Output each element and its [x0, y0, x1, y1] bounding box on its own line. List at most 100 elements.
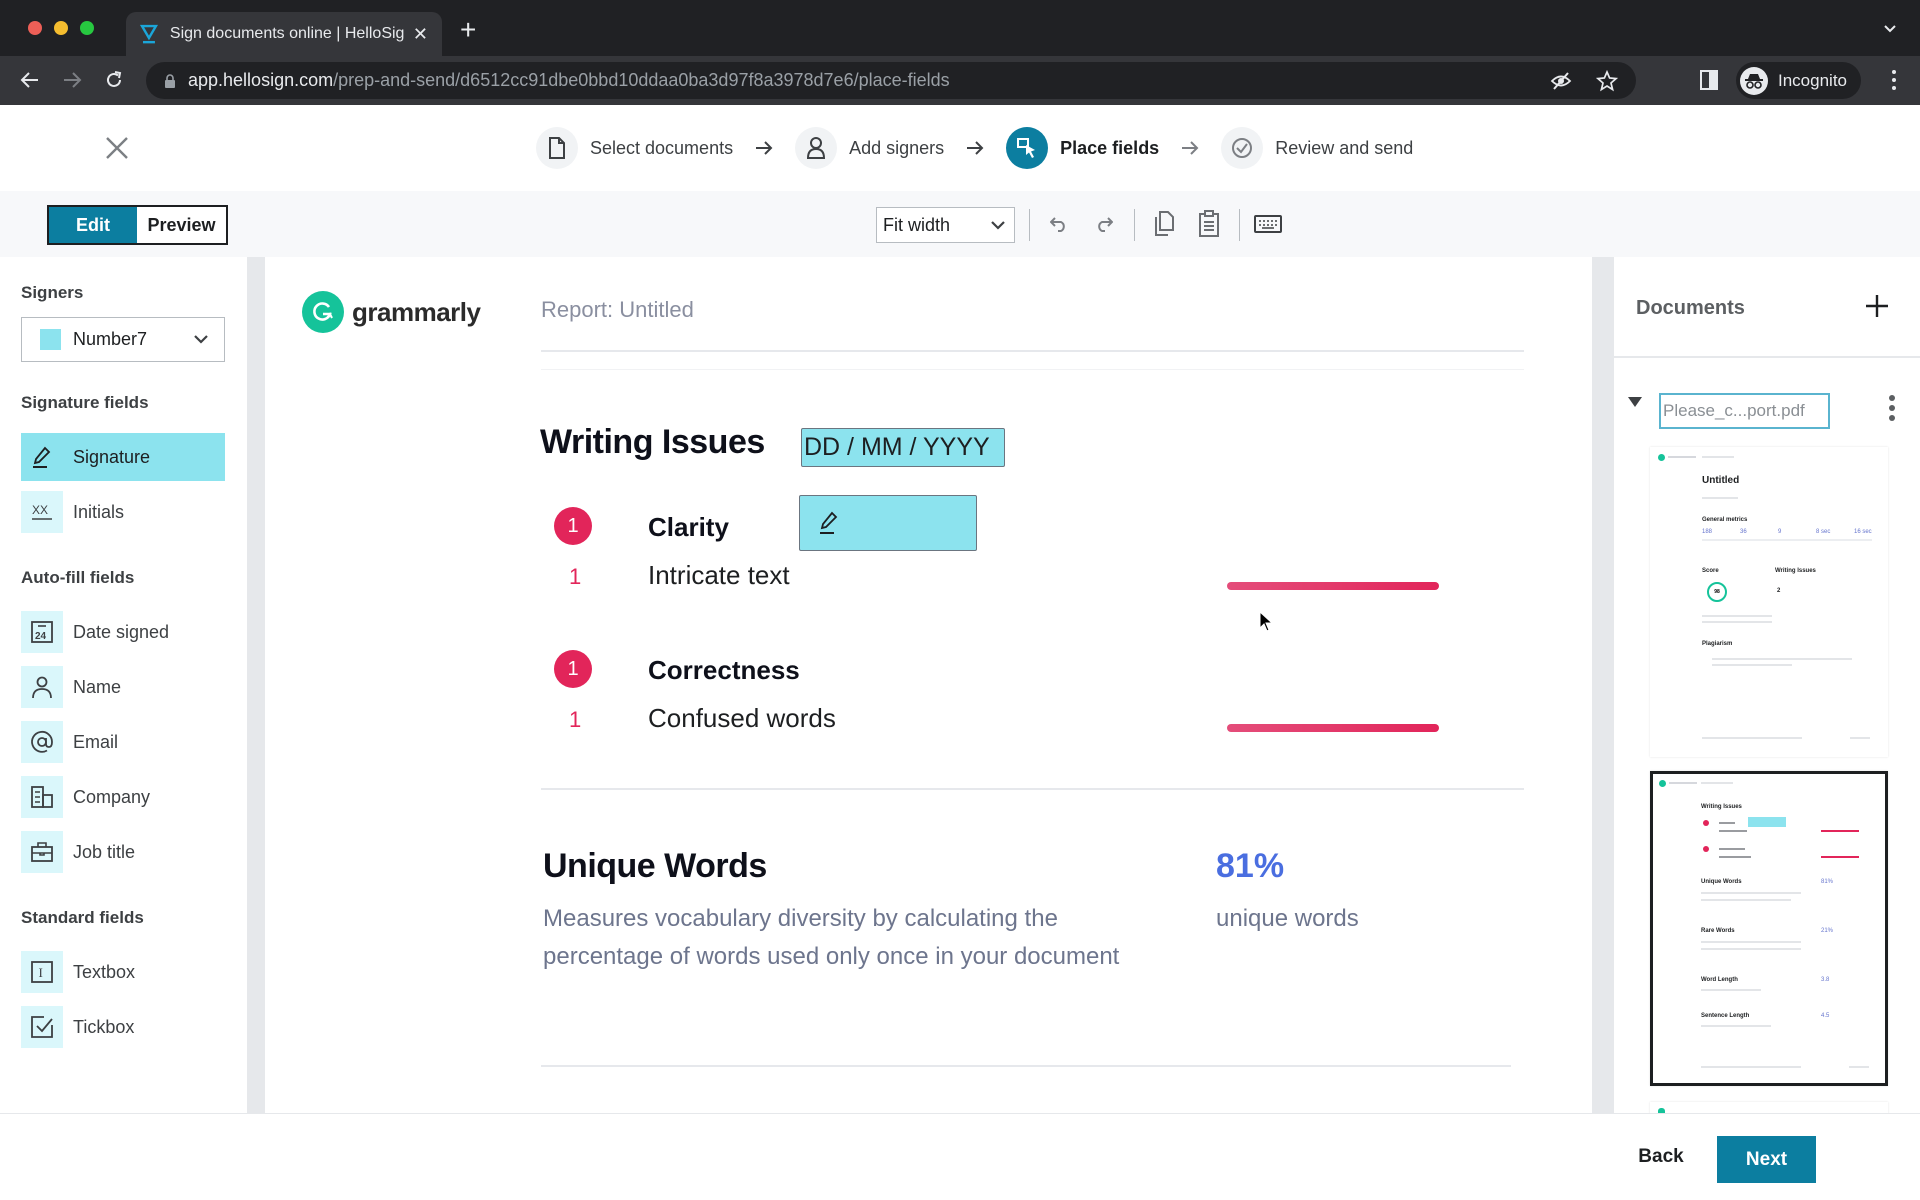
signer-select[interactable]: Number7: [21, 317, 225, 362]
thumb-text-line: [1719, 830, 1747, 832]
item-count: 1: [569, 564, 582, 589]
writing-issues-heading: Writing Issues: [540, 423, 765, 461]
thumb-heading: Plagiarism: [1702, 641, 1733, 647]
redo-button[interactable]: [1090, 209, 1118, 239]
at-icon: [21, 721, 63, 763]
field-name[interactable]: Name: [21, 663, 225, 711]
unique-words-value: 81%: [1216, 847, 1285, 885]
browser-tab[interactable]: Sign documents online | HelloSign ✕: [126, 12, 442, 56]
thumb-text-line: [1701, 1066, 1801, 1068]
thumb-metric: 9: [1778, 529, 1782, 535]
forward-nav-button[interactable]: [58, 66, 86, 94]
document-options-icon[interactable]: [1889, 395, 1895, 421]
toolbar-divider: [1029, 209, 1030, 241]
undo-icon: [1050, 217, 1065, 232]
zoom-value: Fit width: [883, 214, 951, 235]
add-document-icon[interactable]: [1864, 293, 1890, 319]
clipboard-icon: [1199, 210, 1219, 237]
document-page[interactable]: grammarly Report: Untitled Writing Issue…: [265, 257, 1592, 1113]
thumb-heading: Rare Words: [1701, 928, 1735, 934]
page-thumbnail-2[interactable]: Writing Issues Unique Words 81% Rare Wor…: [1650, 771, 1888, 1086]
placed-date-field[interactable]: DD / MM / YYYY: [801, 428, 1005, 467]
thumb-text-line: [1719, 848, 1745, 850]
preview-mode-button[interactable]: Preview: [137, 207, 226, 243]
toolbar-divider: [1239, 209, 1240, 241]
step-review-and-send[interactable]: Review and send: [1221, 127, 1413, 169]
back-button[interactable]: Back: [1628, 1136, 1694, 1178]
arrow-right-icon: [756, 141, 773, 155]
hellosign-favicon-icon: [140, 24, 158, 44]
close-icon[interactable]: [102, 133, 132, 163]
field-date-signed[interactable]: 24 Date signed: [21, 608, 225, 656]
signer-color-swatch: [40, 329, 61, 350]
window-minimize-button[interactable]: [54, 21, 68, 35]
collapse-caret-icon[interactable]: [1628, 397, 1642, 407]
signers-heading: Signers: [21, 283, 84, 302]
thumb-heading: Word Length: [1701, 977, 1738, 983]
undo-button[interactable]: [1045, 209, 1073, 239]
document-canvas[interactable]: grammarly Report: Untitled Writing Issue…: [247, 257, 1592, 1113]
tab-bar: Sign documents online | HelloSign ✕ +: [0, 0, 1920, 56]
next-button[interactable]: Next: [1717, 1136, 1816, 1183]
reload-button[interactable]: [100, 66, 128, 94]
page-thumbnail-1[interactable]: Untitled General metrics 188 36 9 8 sec …: [1650, 447, 1888, 757]
field-initials[interactable]: XX Initials: [21, 488, 225, 536]
thumb-text-line: [1849, 1066, 1869, 1068]
thumb-placed-field: [1748, 817, 1786, 827]
side-panel-icon[interactable]: [1700, 70, 1718, 90]
step-add-signers[interactable]: Add signers: [795, 127, 944, 169]
thumb-issue-bar: [1821, 830, 1859, 832]
report-title: Report: Untitled: [541, 297, 694, 322]
thumb-text-line: [1702, 539, 1872, 541]
field-sidebar: Signers Number7 Signature fields Signatu…: [0, 257, 247, 1113]
browser-toolbar: app.hellosign.com/prep-and-send/d6512cc9…: [0, 56, 1920, 105]
field-job-title[interactable]: Job title: [21, 828, 225, 876]
address-bar[interactable]: app.hellosign.com/prep-and-send/d6512cc9…: [146, 62, 1636, 99]
footer-bar: Back Next: [0, 1113, 1920, 1200]
tab-close-icon[interactable]: ✕: [413, 24, 428, 45]
document-filename-input[interactable]: Please_c...port.pdf: [1659, 393, 1830, 429]
unique-words-unit: unique words: [1216, 905, 1359, 932]
step-place-fields[interactable]: Place fields: [1006, 127, 1159, 169]
tab-search-chevron-icon[interactable]: [1884, 22, 1896, 34]
briefcase-icon: [21, 831, 63, 873]
incognito-profile-button[interactable]: Incognito: [1736, 62, 1861, 99]
copy-button[interactable]: [1150, 209, 1178, 239]
window-close-button[interactable]: [28, 21, 42, 35]
arrow-right-icon: [967, 141, 984, 155]
window-maximize-button[interactable]: [80, 21, 94, 35]
arrow-right-icon: [1182, 141, 1199, 155]
zoom-select[interactable]: Fit width: [876, 207, 1015, 243]
step-select-documents[interactable]: Select documents: [536, 127, 733, 169]
edit-mode-button[interactable]: Edit: [49, 207, 137, 243]
eye-off-icon[interactable]: [1550, 70, 1572, 92]
placed-signature-field[interactable]: [799, 495, 977, 551]
field-tickbox[interactable]: Tickbox: [21, 1003, 225, 1051]
field-email[interactable]: Email: [21, 718, 225, 766]
redo-icon: [1098, 217, 1113, 232]
canvas-scrollbar[interactable]: [1592, 257, 1612, 1113]
browser-menu-icon[interactable]: [1892, 70, 1896, 90]
thumb-text-line: [1701, 1025, 1771, 1027]
field-company[interactable]: Company: [21, 773, 225, 821]
person-icon: [807, 137, 826, 159]
browser-chrome: Sign documents online | HelloSign ✕ + ap…: [0, 0, 1920, 105]
new-tab-button[interactable]: +: [460, 16, 476, 44]
field-label: Job title: [73, 841, 136, 862]
issue-count-badge: 1: [554, 507, 592, 545]
paste-button[interactable]: [1195, 209, 1223, 239]
divider: [541, 788, 1524, 790]
issue-item: Confused words: [648, 703, 836, 733]
field-label: Company: [73, 786, 151, 807]
thumb-text-line: [1719, 856, 1751, 858]
field-textbox[interactable]: I Textbox: [21, 948, 225, 996]
thumb-heading: Score: [1702, 568, 1719, 574]
keyboard-icon: [1254, 215, 1282, 233]
signature-fields-heading: Signature fields: [21, 393, 149, 412]
bookmark-star-icon[interactable]: [1596, 70, 1618, 92]
keyboard-shortcuts-button[interactable]: [1253, 209, 1283, 239]
thumb-text-line: [1712, 658, 1852, 660]
field-signature[interactable]: Signature: [21, 433, 225, 481]
step-label: Select documents: [590, 137, 734, 158]
back-nav-button[interactable]: [16, 66, 44, 94]
